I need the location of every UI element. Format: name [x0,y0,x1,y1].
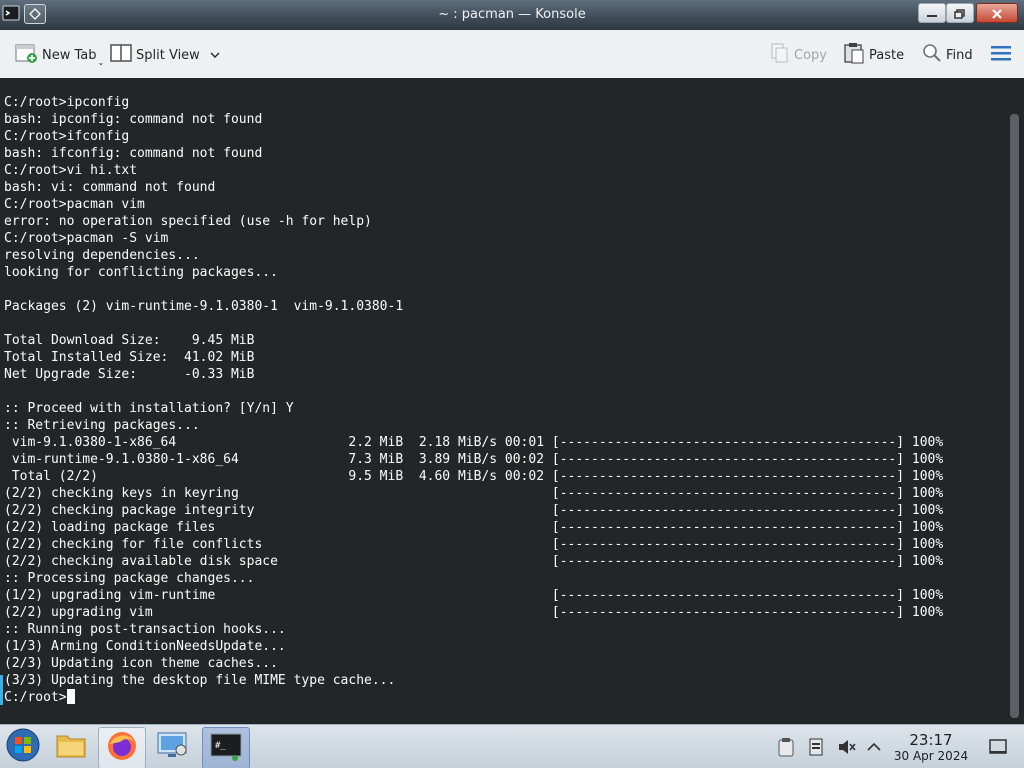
paste-icon [843,42,865,68]
taskbar-settings[interactable] [150,727,196,767]
terminal-view[interactable]: C:/root>ipconfig bash: ipconfig: command… [0,78,1024,724]
split-view-button[interactable]: Split View [110,42,220,68]
window-title: ~ : pacman — Konsole [438,7,586,22]
terminal-prompt: C:/root> [4,690,67,705]
minimize-icon [926,4,938,23]
hamburger-menu-button[interactable] [990,42,1012,68]
find-button[interactable]: Find [922,42,973,68]
minimize-button[interactable] [918,3,946,23]
copy-button[interactable]: Copy [770,42,827,68]
search-icon [922,43,942,67]
svg-text:#_: #_ [215,741,226,751]
maximize-icon [954,4,966,23]
chevron-up-icon[interactable] [864,737,884,757]
volume-muted-icon[interactable] [836,737,856,757]
paste-button[interactable]: Paste [843,42,904,68]
new-tab-label: New Tab [42,47,97,63]
terminal-output: C:/root>ipconfig bash: ipconfig: command… [4,94,943,706]
start-menu-icon [5,727,41,767]
clipboard-icon[interactable] [776,737,796,757]
clock-date[interactable]: 30 Apr 2024 [890,749,972,763]
chevron-down-icon: ⌄ [97,57,105,67]
terminal-cursor [66,689,75,704]
terminal-history: C:/root>ipconfig bash: ipconfig: command… [4,95,944,688]
taskbar-konsole[interactable]: #_ [202,727,250,768]
paste-label: Paste [869,47,905,63]
close-button[interactable] [976,3,1018,23]
close-icon [991,4,1003,23]
window-titlebar[interactable]: ~ : pacman — Konsole [0,0,1024,30]
chevron-down-icon [210,48,220,63]
device-notifier-icon[interactable] [806,737,826,757]
clock-time[interactable]: 23:17 [898,731,964,749]
new-tab-button[interactable]: New Tab ⌄ [14,42,104,68]
taskbar-firefox[interactable] [98,727,146,768]
terminal-icon: #_ [209,731,243,765]
copy-label: Copy [794,47,827,63]
copy-icon [770,42,790,68]
maximize-button[interactable] [946,3,974,23]
hamburger-menu-icon [990,44,1012,66]
split-view-label: Split View [136,47,200,63]
control-panel-icon [156,730,190,764]
firefox-icon [106,730,138,766]
start-menu-button[interactable] [0,727,46,767]
new-tab-icon [14,42,38,68]
taskbar-files[interactable] [48,727,94,767]
line-marker [0,675,3,705]
scrollbar-thumb[interactable] [1010,114,1019,718]
find-label: Find [946,47,973,63]
folder-icon [55,731,87,763]
split-view-icon [110,43,132,67]
toolbar: New Tab ⌄ Split View Copy Paste Find [0,30,1024,79]
show-desktop-icon[interactable] [988,737,1008,757]
taskbar: #_ 23:17 30 Apr 2024 [0,724,1024,768]
